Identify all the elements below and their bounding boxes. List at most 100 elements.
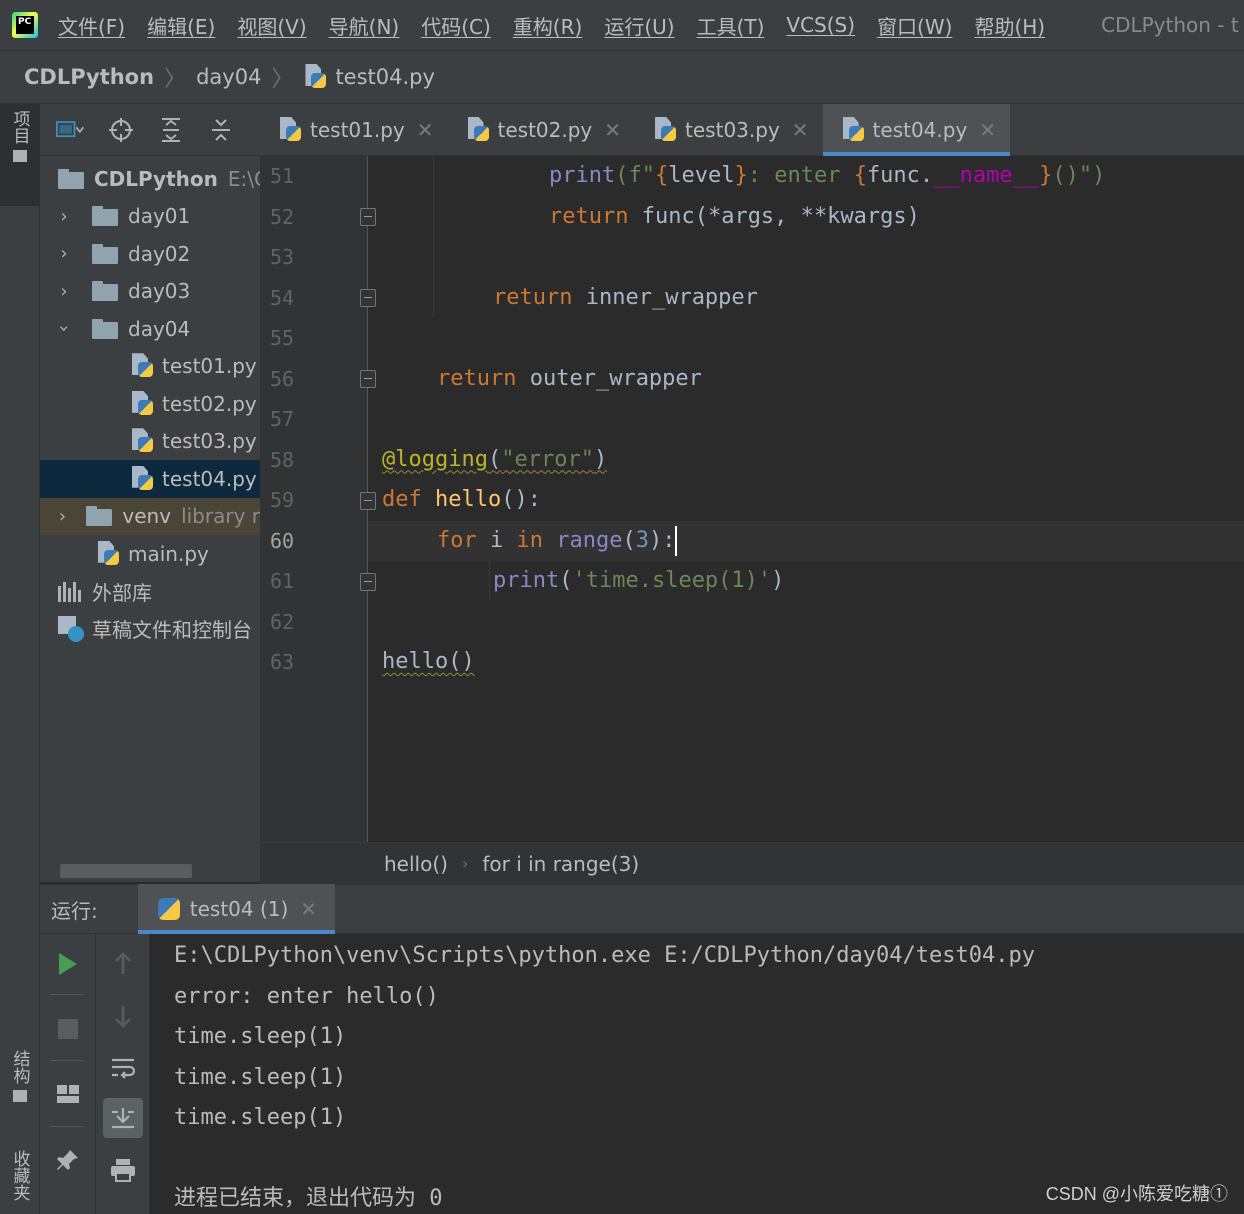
toolbar-divider [50, 994, 84, 995]
tool-window-structure[interactable]: 结构 [0, 1044, 40, 1124]
arrow-up-icon[interactable] [103, 944, 143, 984]
run-panel-title: 运行: [51, 898, 98, 923]
tree-item-label: main.py [128, 541, 209, 566]
menu-code[interactable]: 代码(C) [421, 11, 491, 40]
tool-window-favorites[interactable]: 收藏夹 [0, 1144, 40, 1214]
chevron-down-icon[interactable]: › [54, 319, 75, 339]
code-line-51: print(f"{level}: enter {func.__name__}()… [549, 163, 1106, 188]
tree-item-test03[interactable]: test03.py [40, 423, 260, 461]
structure-icon [13, 1090, 27, 1102]
scroll-to-end-icon[interactable] [103, 1098, 143, 1138]
editor-crumb-loop[interactable]: for i in range(3) [482, 852, 639, 876]
tree-item-day03[interactable]: › day03 [40, 273, 260, 311]
tree-item-label: test01.py [162, 354, 257, 379]
line-number: 62 [270, 609, 295, 634]
menu-navigate[interactable]: 导航(N) [329, 11, 400, 40]
stop-icon[interactable] [48, 1009, 88, 1049]
menu-help[interactable]: 帮助(H) [974, 11, 1045, 40]
menu-run[interactable]: 运行(U) [604, 11, 674, 40]
horizontal-scrollbar[interactable] [60, 864, 192, 878]
line-number: 56 [270, 366, 295, 391]
code-line-59: def hello(): [382, 487, 541, 512]
tree-item-day02[interactable]: › day02 [40, 235, 260, 273]
code-line-54: return inner_wrapper [493, 284, 758, 310]
expand-all-icon[interactable] [156, 115, 186, 145]
fold-end-icon[interactable] [360, 573, 376, 591]
menu-tools[interactable]: 工具(T) [697, 11, 765, 40]
code-editor[interactable]: 51 52 53 54 55 56 57 58 59 60 61 62 63 p… [260, 156, 1244, 842]
tree-item-day01[interactable]: › day01 [40, 198, 260, 236]
rerun-icon[interactable] [48, 944, 88, 984]
folder-icon [92, 318, 120, 339]
line-number: 57 [270, 407, 295, 431]
tree-item-external-libraries[interactable]: 外部库 [40, 573, 260, 611]
folder-icon [92, 243, 120, 264]
menu-file[interactable]: 文件(F) [58, 11, 125, 40]
breadcrumb-project[interactable]: CDLPython [24, 65, 154, 89]
tree-item-test04[interactable]: test04.py [40, 460, 260, 498]
tree-item-day04[interactable]: › day04 [40, 310, 260, 348]
pycharm-logo-icon[interactable]: PC [12, 12, 38, 38]
menu-edit[interactable]: 编辑(E) [147, 11, 215, 40]
code-line-63: hello() [382, 649, 475, 674]
tree-item-label: day02 [128, 241, 191, 266]
view-mode-icon[interactable] [56, 115, 86, 145]
tool-window-structure-label: 结构 [9, 1050, 30, 1084]
line-number: 60 [270, 528, 295, 553]
code-line-56: return outer_wrapper [437, 365, 702, 391]
tree-item-label: 草稿文件和控制台 [92, 618, 252, 643]
collapse-all-icon[interactable] [206, 115, 236, 145]
close-icon[interactable]: ✕ [604, 118, 621, 142]
fold-end-icon[interactable] [360, 208, 376, 226]
chevron-right-icon[interactable]: › [54, 506, 71, 527]
close-icon[interactable]: ✕ [792, 118, 809, 142]
tree-item-path: E:\C [227, 166, 260, 191]
tree-item-scratches[interactable]: 草稿文件和控制台 [40, 610, 260, 648]
run-tab[interactable]: test04 (1) ✕ [137, 884, 336, 934]
tool-window-project[interactable]: 项目 [0, 104, 40, 206]
chevron-right-icon[interactable]: › [54, 243, 74, 264]
indent-guide [433, 156, 434, 318]
menu-window[interactable]: 窗口(W) [877, 11, 952, 40]
fold-end-icon[interactable] [360, 289, 376, 307]
editor-crumb-function[interactable]: hello() [384, 852, 448, 876]
chevron-right-icon: 〉 [164, 67, 187, 92]
folder-icon [86, 506, 114, 527]
tree-item-venv[interactable]: › venv library r [40, 497, 260, 535]
menu-vcs[interactable]: VCS(S) [786, 13, 855, 37]
run-console[interactable]: E:\CDLPython\venv\Scripts\python.exe E:/… [150, 934, 1244, 1214]
menu-refactor[interactable]: 重构(R) [513, 11, 583, 40]
tab-test01[interactable]: test01.py ✕ [260, 104, 448, 156]
fold-start-icon[interactable] [360, 492, 376, 510]
chevron-right-icon[interactable]: › [54, 281, 74, 302]
tree-item-test02[interactable]: test02.py [40, 385, 260, 423]
console-line: error: enter hello() [174, 983, 439, 1009]
chevron-right-icon[interactable]: › [54, 206, 74, 227]
line-number: 53 [270, 245, 295, 269]
arrow-down-icon[interactable] [103, 996, 143, 1036]
breadcrumb-file[interactable]: test04.py [303, 64, 435, 90]
breadcrumb-folder[interactable]: day04 [196, 65, 261, 89]
project-toolbar [40, 104, 260, 156]
soft-wrap-icon[interactable] [103, 1048, 143, 1088]
tab-test02[interactable]: test02.py ✕ [448, 104, 636, 156]
tab-test03[interactable]: test03.py ✕ [635, 104, 823, 156]
window-title: CDLPython - t [1101, 13, 1239, 37]
pin-icon[interactable] [48, 1140, 88, 1180]
left-tool-strip: 项目 结构 收藏夹 [0, 104, 40, 1214]
python-file-icon [278, 117, 302, 143]
layout-icon[interactable] [48, 1074, 88, 1114]
locate-file-icon[interactable] [106, 115, 136, 145]
tree-item-label: day01 [128, 204, 191, 229]
print-icon[interactable] [103, 1150, 143, 1190]
close-icon[interactable]: ✕ [979, 118, 996, 142]
tab-test04[interactable]: test04.py ✕ [822, 104, 1011, 156]
close-icon[interactable]: ✕ [417, 118, 434, 142]
close-icon[interactable]: ✕ [300, 897, 317, 921]
menu-view[interactable]: 视图(V) [237, 11, 306, 40]
tree-item-label: day03 [128, 279, 191, 304]
tree-item-test01[interactable]: test01.py [40, 348, 260, 386]
tree-item-main[interactable]: main.py [40, 535, 260, 573]
tree-item-project-root[interactable]: CDLPython E:\C [40, 160, 260, 198]
fold-end-icon[interactable] [360, 370, 376, 388]
